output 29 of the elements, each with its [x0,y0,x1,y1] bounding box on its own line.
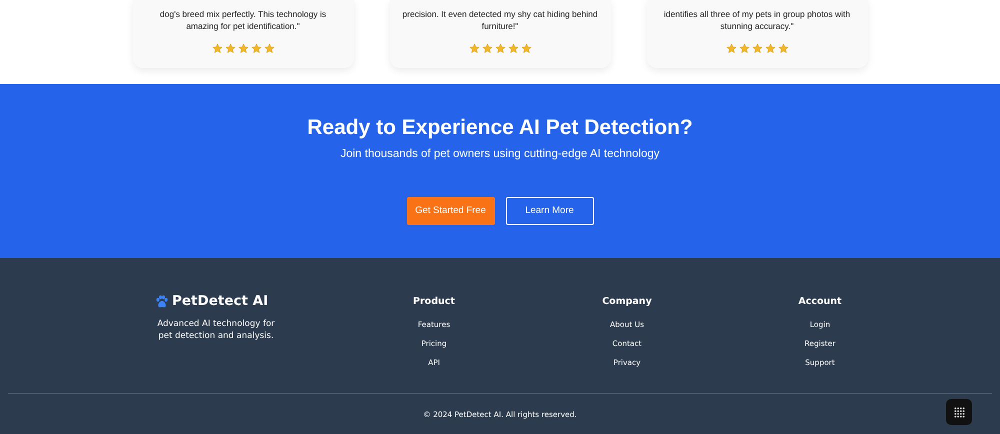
dots-icon [954,406,964,418]
star-icon [738,43,750,54]
star-icon [468,43,480,54]
star-icon [764,43,776,54]
testimonial-quote: precision. It even detected my shy cat hiding behind furniture!" [402,9,598,32]
star-icon [250,43,262,54]
cta-title: Ready to Experience AI Pet Detection? [307,116,693,140]
testimonial-quote: dog's breed mix perfectly. This technology is amazing for pet identification." [158,9,328,32]
star-icon [778,43,788,54]
star-icon [726,43,736,54]
paw-icon [155,294,169,308]
star-icon [752,43,762,54]
star-icon [238,43,248,54]
brand-description: Advanced AI technology for pet detection and analysis. [156,319,276,342]
brand-name: PetDetect AI [172,293,268,309]
star-icon [494,43,506,54]
learn-more-button[interactable]: Learn More [506,197,594,225]
star-icon [520,43,532,54]
star-icon [508,43,518,54]
footer-heading: Product [413,296,455,307]
testimonial-quote: identifies all three of my pets in group photos with stunning accuracy." [662,9,852,32]
star-icon [224,43,236,54]
footer-heading: Company [602,296,652,307]
footer-heading: Account [798,296,842,307]
extension-widget[interactable] [946,399,972,425]
star-icon [264,43,274,54]
cta-subtitle: Join thousands of pet owners using cutting-edge AI technology [340,148,660,160]
star-icon [482,43,492,54]
star-icon [212,43,222,54]
